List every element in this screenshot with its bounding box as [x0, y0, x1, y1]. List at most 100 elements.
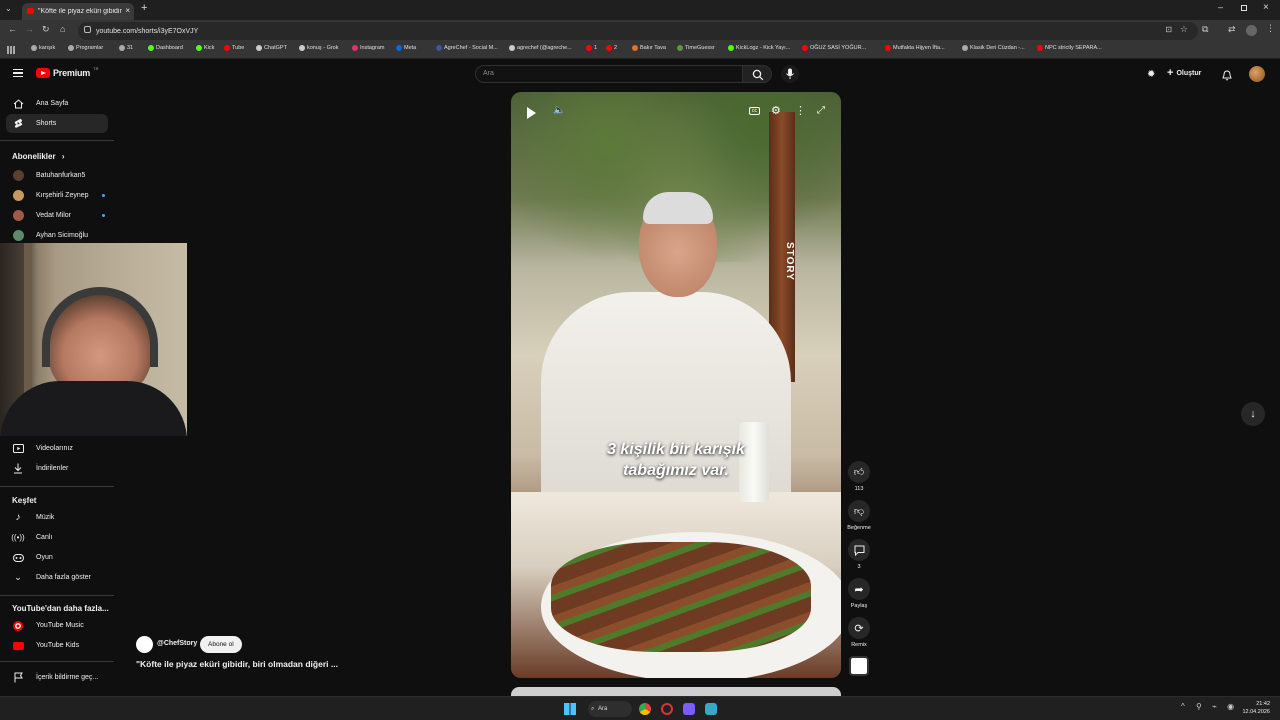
bookmark-item[interactable]: konuş - Grok [299, 45, 338, 51]
sidebar-channel-item[interactable]: Batuhanfurkan5 [6, 166, 108, 185]
comments-button[interactable] [848, 539, 870, 561]
search-button[interactable] [742, 65, 772, 83]
search-input[interactable]: Ara [475, 65, 743, 83]
voice-search-button[interactable] [781, 65, 799, 83]
minimize-icon[interactable]: – [1218, 2, 1223, 12]
windows-start-icon[interactable] [564, 703, 576, 715]
comments-action[interactable]: 3 [846, 539, 872, 570]
sidebar-item-youtube-kids[interactable]: YouTube Kids [6, 636, 108, 655]
account-avatar[interactable] [1249, 66, 1265, 82]
video-title[interactable]: "Köfte ile piyaz eküri gibidir, biri olm… [136, 659, 338, 669]
bookmark-item[interactable]: 1 [586, 45, 597, 51]
more-options-icon[interactable]: ⋮ [795, 104, 806, 117]
bookmark-item[interactable]: Kick [196, 45, 214, 51]
bookmark-item[interactable]: Mutfakta Hijyen İfta... [885, 45, 945, 51]
notifications-bell-icon[interactable] [1222, 68, 1232, 81]
back-icon[interactable]: ← [8, 24, 17, 34]
subscribe-button[interactable]: Abone ol [200, 636, 242, 653]
bookmark-item[interactable]: TimeGuessr [677, 45, 715, 51]
close-tab-icon[interactable]: × [125, 6, 130, 15]
like-button[interactable]: 👍︎ [848, 461, 870, 483]
play-icon[interactable] [527, 107, 536, 119]
sidebar-item-downloads[interactable]: İndirilenler [6, 459, 108, 478]
dislike-action[interactable]: 👎︎ Beğenme [846, 500, 872, 531]
sidebar-item-music[interactable]: ♪ Müzik [6, 508, 108, 527]
sidebar-show-more[interactable]: ⌄ Daha fazla göster [6, 568, 108, 587]
maximize-icon[interactable] [1241, 5, 1247, 11]
sound-thumbnail[interactable] [849, 656, 869, 676]
app-taskbar-icon[interactable] [705, 703, 717, 715]
sidebar-item-home[interactable]: Ana Sayfa [6, 94, 108, 113]
menu-dots-icon[interactable]: ⋮ [1266, 23, 1275, 34]
bookmark-item[interactable]: NPC strictly SEPARA... [1037, 45, 1102, 51]
sidebar-item-youtube-music[interactable]: YouTube Music [6, 616, 108, 635]
bookmark-item[interactable]: karışık [31, 45, 55, 51]
taskbar-search[interactable]: ⌕ Ara [588, 701, 632, 717]
sidebar-item-your-videos[interactable]: Videolarınız [6, 439, 108, 458]
bookmark-item[interactable]: 2 [606, 45, 617, 51]
profile-icon[interactable] [1246, 25, 1257, 36]
url-bar[interactable]: youtube.com/shorts/i3yE7OxVJY ⊡ ☆ [78, 22, 1198, 40]
bookmark-item[interactable]: Tube [224, 45, 244, 51]
bookmark-item[interactable]: 31 [119, 45, 133, 51]
sidebar-item-gaming[interactable]: Oyun [6, 548, 108, 567]
channel-avatar[interactable] [136, 636, 153, 653]
clock[interactable]: 21:42 12.04.2026 [1236, 700, 1270, 716]
bookmark-star-icon[interactable]: ☆ [1180, 24, 1188, 35]
chrome-taskbar-icon[interactable] [639, 703, 651, 715]
bookmark-item[interactable]: AgreChef - Social M... [436, 45, 498, 51]
apps-grid-icon[interactable] [7, 46, 15, 54]
forward-icon[interactable]: → [25, 24, 34, 34]
cast-icon[interactable]: ⇄ [1228, 24, 1236, 35]
tray-chevron-icon[interactable]: ^ [1181, 702, 1185, 711]
volume-icon[interactable]: 🔈 [553, 105, 565, 116]
share-action[interactable]: ➦ Paylaş [846, 578, 872, 609]
sidebar-channel-item[interactable]: Vedat Milor [6, 206, 108, 225]
shorts-video-player[interactable]: 3 kişilik bir karışık tabağımız var. STO… [511, 92, 841, 678]
browser-tab[interactable]: "Köfte ile piyaz eküri gibidir, bi × [22, 3, 134, 20]
captions-icon[interactable]: cc [749, 107, 760, 115]
youtube-logo[interactable]: Premium TR [36, 66, 98, 78]
bookmark-item[interactable]: Dashboard [148, 45, 183, 51]
install-icon[interactable]: ⊡ [1165, 25, 1172, 34]
bookmark-item[interactable]: KickLogz - Kick Yayı... [728, 45, 790, 51]
bookmark-item[interactable]: Bakır Tava [632, 45, 666, 51]
tab-list-chevron-icon[interactable]: ⌄ [5, 4, 12, 13]
like-action[interactable]: 👍︎ 113 [846, 461, 872, 492]
bookmark-item[interactable]: agrechef (@agreche... [509, 45, 572, 51]
create-short-icon[interactable]: ✹ [1147, 69, 1155, 80]
bookmark-item[interactable]: Instagram [352, 45, 384, 51]
next-video-button[interactable]: ↓ [1241, 402, 1265, 426]
bookmark-item[interactable]: Klasik Deri Cüzdan -... [962, 45, 1025, 51]
remix-button[interactable]: ⟳ [848, 617, 870, 639]
download-icon [12, 463, 24, 475]
hamburger-menu-icon[interactable] [13, 69, 23, 77]
subscriptions-heading[interactable]: Abonelikler › [12, 152, 64, 161]
share-button[interactable]: ➦ [848, 578, 870, 600]
fullscreen-icon[interactable]: ⤢ [817, 105, 825, 116]
tray-icons[interactable]: ⚲ ⌁ ◉ [1196, 702, 1238, 711]
site-info-icon[interactable] [84, 26, 91, 33]
sidebar-item-live[interactable]: ((•)) Canlı [6, 528, 108, 547]
bookmark-item[interactable]: OĞUZ SASİ YOĞUR... [802, 45, 866, 51]
dislike-button[interactable]: 👎︎ [848, 500, 870, 522]
bookmark-item[interactable]: ChatGPT [256, 45, 287, 51]
sidebar-item-shorts[interactable]: Shorts [6, 114, 108, 133]
new-tab-icon[interactable]: + [141, 2, 147, 14]
extensions-icon[interactable]: ⧉ [1202, 24, 1208, 35]
next-video-preview[interactable] [511, 687, 841, 696]
channel-name[interactable]: @ChefStory [157, 640, 197, 647]
app-taskbar-icon[interactable] [683, 703, 695, 715]
reload-icon[interactable]: ↻ [42, 24, 50, 35]
remix-action[interactable]: ⟳ Remix [846, 617, 872, 648]
bookmark-item[interactable]: Programlar [68, 45, 103, 51]
settings-gear-icon[interactable]: ⚙ [771, 104, 781, 117]
app-taskbar-icon[interactable] [661, 703, 673, 715]
close-window-icon[interactable]: × [1263, 2, 1269, 13]
sidebar-channel-item[interactable]: Kırşehirli Zeynep [6, 186, 108, 205]
bookmark-item[interactable]: Meta [396, 45, 416, 51]
create-button[interactable]: + Oluştur [1167, 67, 1201, 79]
sidebar-item-report[interactable]: İçerik bildirme geç... [6, 668, 108, 687]
subtitle-line: tabağımız var. [623, 462, 729, 479]
home-icon[interactable]: ⌂ [60, 24, 65, 34]
